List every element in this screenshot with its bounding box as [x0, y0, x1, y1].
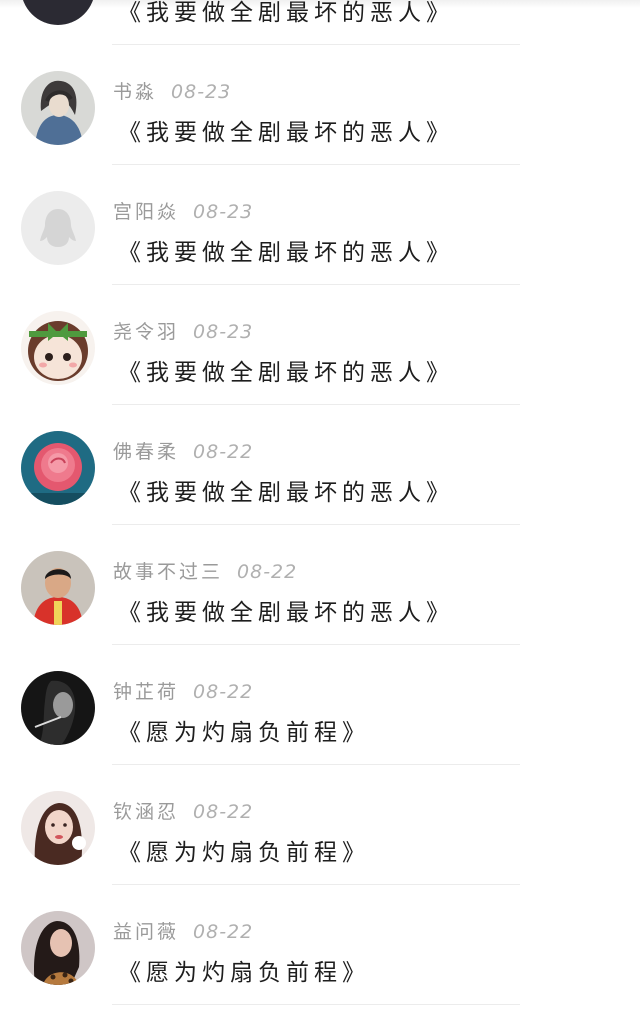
comment-date: 08-22 [193, 801, 254, 823]
comment-meta: 尧令羽 08-23 [113, 317, 253, 343]
athlete-photo-icon [21, 551, 95, 625]
username[interactable]: 书淼 [113, 81, 157, 103]
list-item[interactable]: 钦涵忍 08-22 《愿为灼扇负前程》 [0, 765, 640, 885]
comment-meta: 益问薇 08-22 [113, 917, 253, 943]
comment-content: 《愿为灼扇负前程》 [118, 960, 370, 986]
comment-meta: 佛春柔 08-22 [113, 437, 253, 463]
comment-date: 08-23 [193, 321, 254, 343]
comment-content: 《我要做全剧最坏的恶人》 [118, 480, 454, 506]
comment-content: 《我要做全剧最坏的恶人》 [118, 600, 454, 626]
comment-date: 08-23 [171, 81, 232, 103]
comment-date: 08-22 [237, 561, 298, 583]
comment-meta: 书淼 08-23 [113, 77, 231, 103]
list-item[interactable]: 故事不过三 08-22 《我要做全剧最坏的恶人》 [0, 525, 640, 645]
avatar[interactable] [21, 71, 95, 145]
divider [112, 1004, 520, 1005]
comment-date: 08-22 [193, 441, 254, 463]
comment-content: 《我要做全剧最坏的恶人》 [118, 240, 454, 266]
comment-date: 08-22 [193, 681, 254, 703]
list-item[interactable]: 《我要做全剧最坏的恶人》 [0, 0, 640, 45]
username[interactable]: 钦涵忍 [113, 801, 179, 823]
avatar[interactable] [21, 191, 95, 265]
comment-date: 08-23 [193, 201, 254, 223]
cartoon-doll-icon [21, 311, 95, 385]
monochrome-portrait-icon [21, 671, 95, 745]
comment-date: 08-22 [193, 921, 254, 943]
list-item[interactable]: 书淼 08-23 《我要做全剧最坏的恶人》 [0, 45, 640, 165]
avatar[interactable] [21, 551, 95, 625]
list-item[interactable]: 益问薇 08-22 《愿为灼扇负前程》 [0, 885, 640, 1005]
avatar[interactable] [21, 911, 95, 985]
avatar[interactable] [21, 671, 95, 745]
avatar[interactable] [21, 311, 95, 385]
comment-content: 《愿为灼扇负前程》 [118, 720, 370, 746]
username[interactable]: 故事不过三 [113, 561, 223, 583]
avatar[interactable] [21, 0, 95, 25]
list-item[interactable]: 宫阳焱 08-23 《我要做全剧最坏的恶人》 [0, 165, 640, 285]
username[interactable]: 佛春柔 [113, 441, 179, 463]
username[interactable]: 益问薇 [113, 921, 179, 943]
girl-portrait-icon [21, 791, 95, 865]
comment-meta: 钟芷荷 08-22 [113, 677, 253, 703]
comment-content: 《愿为灼扇负前程》 [118, 840, 370, 866]
comment-meta: 宫阳焱 08-23 [113, 197, 253, 223]
default-penguin-icon [21, 191, 95, 265]
comment-meta: 故事不过三 08-22 [113, 557, 297, 583]
username[interactable]: 钟芷荷 [113, 681, 179, 703]
username[interactable]: 尧令羽 [113, 321, 179, 343]
pink-rose-icon [21, 431, 95, 505]
list-item[interactable]: 佛春柔 08-22 《我要做全剧最坏的恶人》 [0, 405, 640, 525]
avatar[interactable] [21, 431, 95, 505]
comment-meta: 钦涵忍 08-22 [113, 797, 253, 823]
avatar[interactable] [21, 791, 95, 865]
list-item[interactable]: 尧令羽 08-23 《我要做全剧最坏的恶人》 [0, 285, 640, 405]
list-item[interactable]: 钟芷荷 08-22 《愿为灼扇负前程》 [0, 645, 640, 765]
comment-content: 《我要做全剧最坏的恶人》 [118, 0, 454, 26]
illustrated-girl-icon [21, 71, 95, 145]
username[interactable]: 宫阳焱 [113, 201, 179, 223]
comment-content: 《我要做全剧最坏的恶人》 [118, 360, 454, 386]
comment-content: 《我要做全剧最坏的恶人》 [118, 120, 454, 146]
woman-leopard-icon [21, 911, 95, 985]
